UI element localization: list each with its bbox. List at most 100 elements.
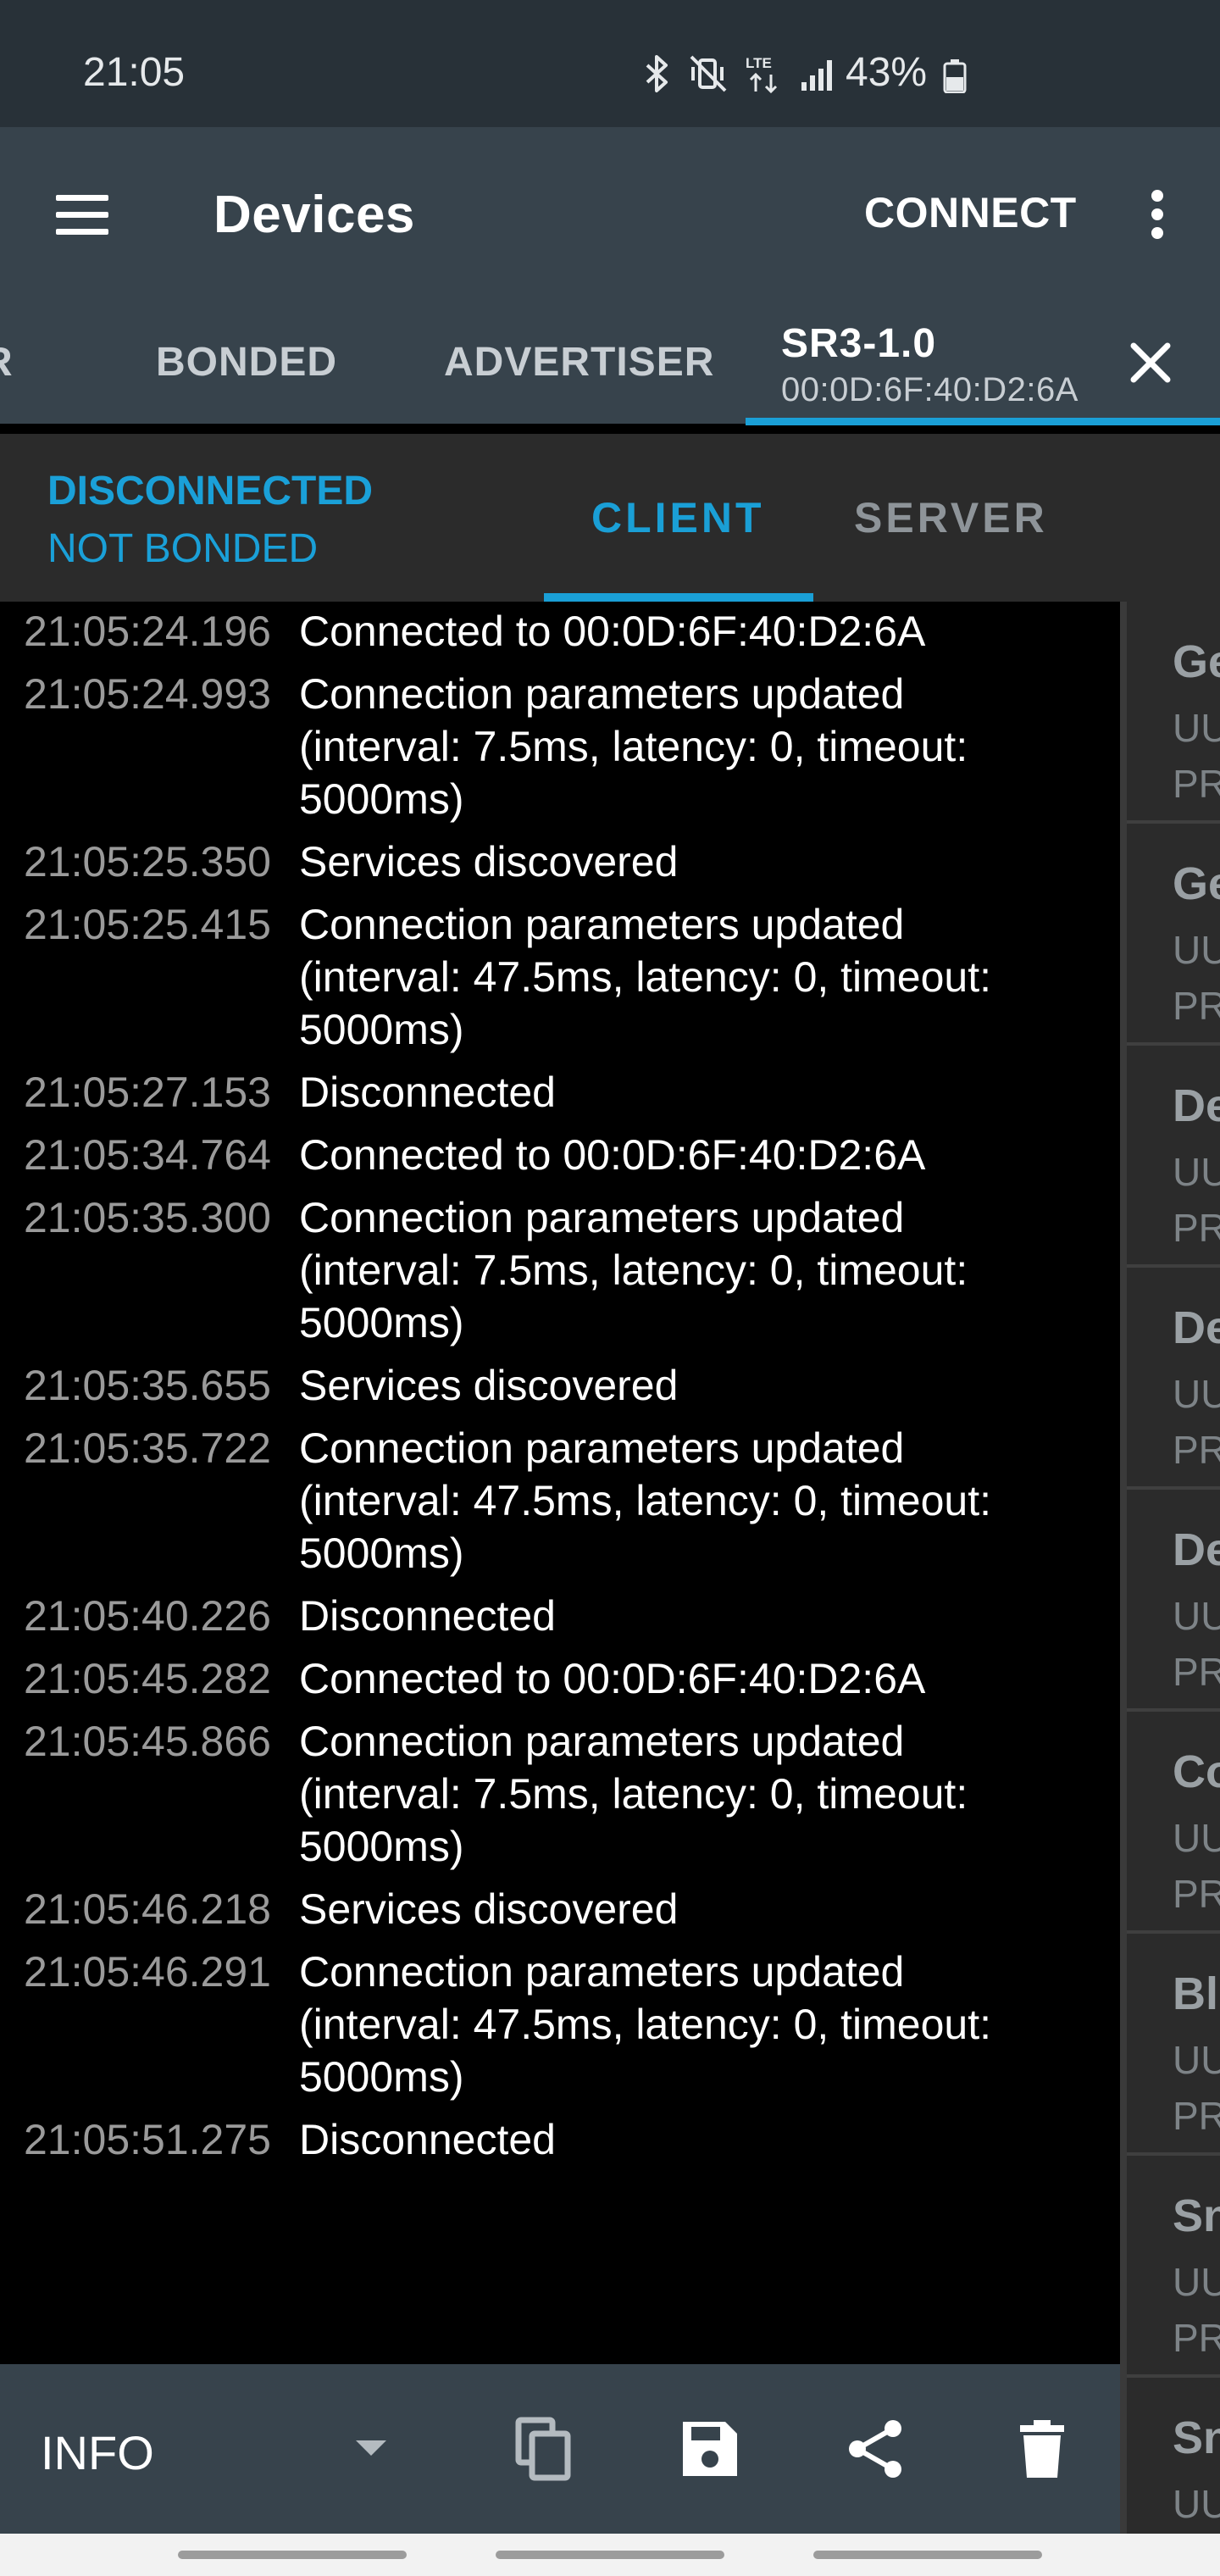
services-panel[interactable]: Ge UU PR Ge UU PR De UU PR De UU PR De UU PR Co UU PR Bl UU… bbox=[1127, 602, 1220, 2534]
tab-device[interactable]: SR3-1.0 00:0D:6F:40:D2:6A bbox=[746, 297, 1220, 424]
log-message: Connection parameters updated (interval:… bbox=[299, 1424, 992, 1577]
log-level-select[interactable]: INFO bbox=[41, 2425, 154, 2480]
log-message: Connection parameters updated (interval:… bbox=[299, 1194, 968, 1346]
service-uuid: UU bbox=[1173, 2260, 1220, 2304]
tab-label: BONDED bbox=[156, 340, 338, 385]
service-name: De bbox=[1173, 1302, 1220, 1353]
lte-icon: LTE bbox=[746, 53, 783, 95]
log-timestamp: 21:05:40.226 bbox=[24, 1592, 271, 1640]
delete-icon[interactable] bbox=[1008, 2415, 1076, 2483]
log-message: Services discovered bbox=[299, 838, 679, 886]
close-icon[interactable] bbox=[1125, 337, 1176, 388]
log-row: 21:05:24.993 Connection parameters update… bbox=[0, 668, 1120, 825]
log-row: 21:05:25.350 Services discovered bbox=[0, 836, 1120, 888]
log-row: 21:05:45.866 Connection parameters update… bbox=[0, 1715, 1120, 1873]
log-message: Connected to 00:0D:6F:40:D2:6A bbox=[299, 1655, 926, 1702]
service-item[interactable]: Ge UU PR bbox=[1127, 602, 1220, 824]
tab-client[interactable]: CLIENT bbox=[544, 434, 813, 602]
service-uuid: UU bbox=[1173, 706, 1220, 750]
nav-back-handle[interactable] bbox=[178, 2551, 407, 2559]
tab-label: R bbox=[0, 339, 14, 386]
log-row: 21:05:27.153 Disconnected bbox=[0, 1066, 1120, 1119]
service-item[interactable]: Ge UU PR bbox=[1127, 824, 1220, 1046]
tab-bonded[interactable]: BONDED bbox=[127, 297, 347, 424]
service-uuid: UU bbox=[1173, 1372, 1220, 1416]
service-name: Sn bbox=[1173, 2412, 1220, 2463]
log-message: Connection parameters updated (interval:… bbox=[299, 1948, 992, 2101]
copy-icon[interactable] bbox=[510, 2415, 578, 2483]
save-icon[interactable] bbox=[676, 2415, 744, 2483]
log-toolbar: INFO bbox=[0, 2364, 1120, 2534]
log-timestamp: 21:05:24.993 bbox=[24, 670, 271, 718]
tab-scanner[interactable]: R bbox=[0, 297, 34, 424]
service-item[interactable]: Sn UU bbox=[1127, 2378, 1220, 2534]
log-timestamp: 21:05:35.655 bbox=[24, 1362, 271, 1409]
device-tabs: R BONDED ADVERTISER SR3-1.0 00:0D:6F:40:… bbox=[0, 297, 1220, 425]
connection-header: DISCONNECTED NOT BONDED CLIENT SERVER bbox=[0, 434, 1220, 602]
service-type: PR bbox=[1173, 1206, 1220, 1250]
service-name: Bl bbox=[1173, 1968, 1218, 2019]
tab-indicator bbox=[746, 418, 1220, 425]
log-timestamp: 21:05:35.722 bbox=[24, 1424, 271, 1472]
status-time: 21:05 bbox=[83, 50, 186, 95]
service-name: Ge bbox=[1173, 636, 1220, 687]
signal-icon bbox=[800, 55, 837, 92]
log-timestamp: 21:05:34.764 bbox=[24, 1131, 271, 1179]
nav-recents-handle[interactable] bbox=[813, 2551, 1042, 2559]
battery-icon bbox=[943, 59, 967, 97]
share-icon[interactable] bbox=[842, 2415, 910, 2483]
service-item[interactable]: De UU PR bbox=[1127, 1490, 1220, 1712]
log-panel[interactable]: 21:05:24.196 Connected to 00:0D:6F:40:D2:… bbox=[0, 602, 1120, 2364]
tab-server[interactable]: SERVER bbox=[813, 434, 1084, 602]
service-name: De bbox=[1173, 1080, 1220, 1131]
service-type: PR bbox=[1173, 984, 1220, 1028]
service-name: Ge bbox=[1173, 858, 1220, 909]
page-title: Devices bbox=[214, 186, 415, 244]
log-timestamp: 21:05:46.291 bbox=[24, 1948, 271, 1996]
status-icons: LTE bbox=[642, 53, 837, 95]
service-type: PR bbox=[1173, 1872, 1220, 1916]
dropdown-arrow-icon[interactable] bbox=[356, 2440, 386, 2456]
log-timestamp: 21:05:45.282 bbox=[24, 1655, 271, 1702]
service-item[interactable]: Sn UU PR bbox=[1127, 2156, 1220, 2378]
service-uuid: UU bbox=[1173, 2038, 1220, 2082]
tab-label: CLIENT bbox=[591, 494, 765, 541]
log-timestamp: 21:05:25.415 bbox=[24, 901, 271, 948]
tab-label: ADVERTISER bbox=[444, 340, 715, 385]
menu-icon[interactable] bbox=[49, 188, 117, 242]
service-type: PR bbox=[1173, 2094, 1220, 2138]
nav-home-handle[interactable] bbox=[496, 2551, 724, 2559]
service-item[interactable]: Co UU PR bbox=[1127, 1712, 1220, 1934]
service-item[interactable]: De UU PR bbox=[1127, 1268, 1220, 1490]
log-row: 21:05:35.300 Connection parameters update… bbox=[0, 1191, 1120, 1349]
service-item[interactable]: De UU PR bbox=[1127, 1046, 1220, 1268]
tab-advertiser[interactable]: ADVERTISER bbox=[424, 297, 729, 424]
panel-divider[interactable] bbox=[1120, 602, 1127, 2534]
log-row: 21:05:35.655 Services discovered bbox=[0, 1359, 1120, 1412]
service-uuid: UU bbox=[1173, 1816, 1220, 1860]
log-timestamp: 21:05:46.218 bbox=[24, 1885, 271, 1933]
service-name: De bbox=[1173, 1524, 1220, 1575]
service-item[interactable]: Bl UU PR bbox=[1127, 1934, 1220, 2156]
log-row: 21:05:25.415 Connection parameters update… bbox=[0, 898, 1120, 1056]
service-uuid: UU bbox=[1173, 2482, 1220, 2526]
log-row: 21:05:24.196 Connected to 00:0D:6F:40:D2:… bbox=[0, 605, 1120, 658]
log-row: 21:05:46.291 Connection parameters update… bbox=[0, 1946, 1120, 2103]
log-timestamp: 21:05:35.300 bbox=[24, 1194, 271, 1241]
log-row: 21:05:46.218 Services discovered bbox=[0, 1883, 1120, 1935]
log-row: 21:05:45.282 Connected to 00:0D:6F:40:D2:… bbox=[0, 1652, 1120, 1705]
more-options-icon[interactable] bbox=[1142, 185, 1173, 244]
log-message: Disconnected bbox=[299, 2116, 556, 2163]
lte-text: LTE bbox=[746, 55, 772, 71]
client-tab-indicator bbox=[544, 593, 813, 602]
log-message: Services discovered bbox=[299, 1885, 679, 1933]
log-message: Disconnected bbox=[299, 1069, 556, 1116]
log-message: Connected to 00:0D:6F:40:D2:6A bbox=[299, 1131, 926, 1179]
connect-button[interactable]: CONNECT bbox=[864, 188, 1077, 237]
log-message: Connection parameters updated (interval:… bbox=[299, 901, 992, 1053]
log-timestamp: 21:05:27.153 bbox=[24, 1069, 271, 1116]
log-message: Connected to 00:0D:6F:40:D2:6A bbox=[299, 608, 926, 655]
log-message: Connection parameters updated (interval:… bbox=[299, 670, 968, 823]
service-name: Sn bbox=[1173, 2190, 1220, 2241]
log-timestamp: 21:05:51.275 bbox=[24, 2116, 271, 2163]
